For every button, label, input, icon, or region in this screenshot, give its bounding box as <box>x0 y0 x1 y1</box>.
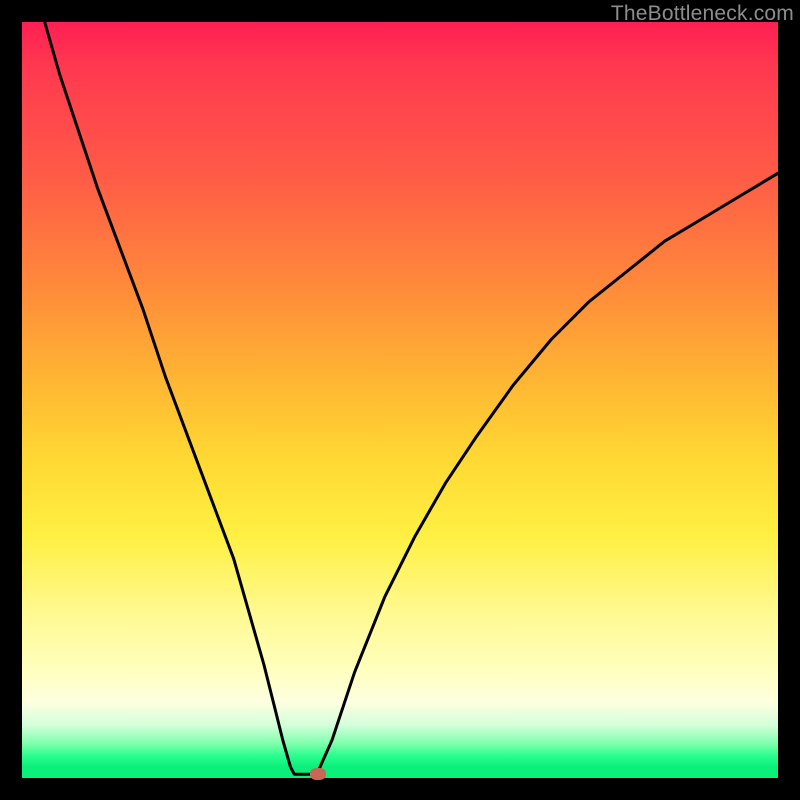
watermark-text: TheBottleneck.com <box>611 2 794 26</box>
plot-area <box>22 22 778 778</box>
bottleneck-curve <box>22 22 778 778</box>
chart-frame: TheBottleneck.com <box>0 0 800 800</box>
optimum-marker <box>310 768 326 780</box>
